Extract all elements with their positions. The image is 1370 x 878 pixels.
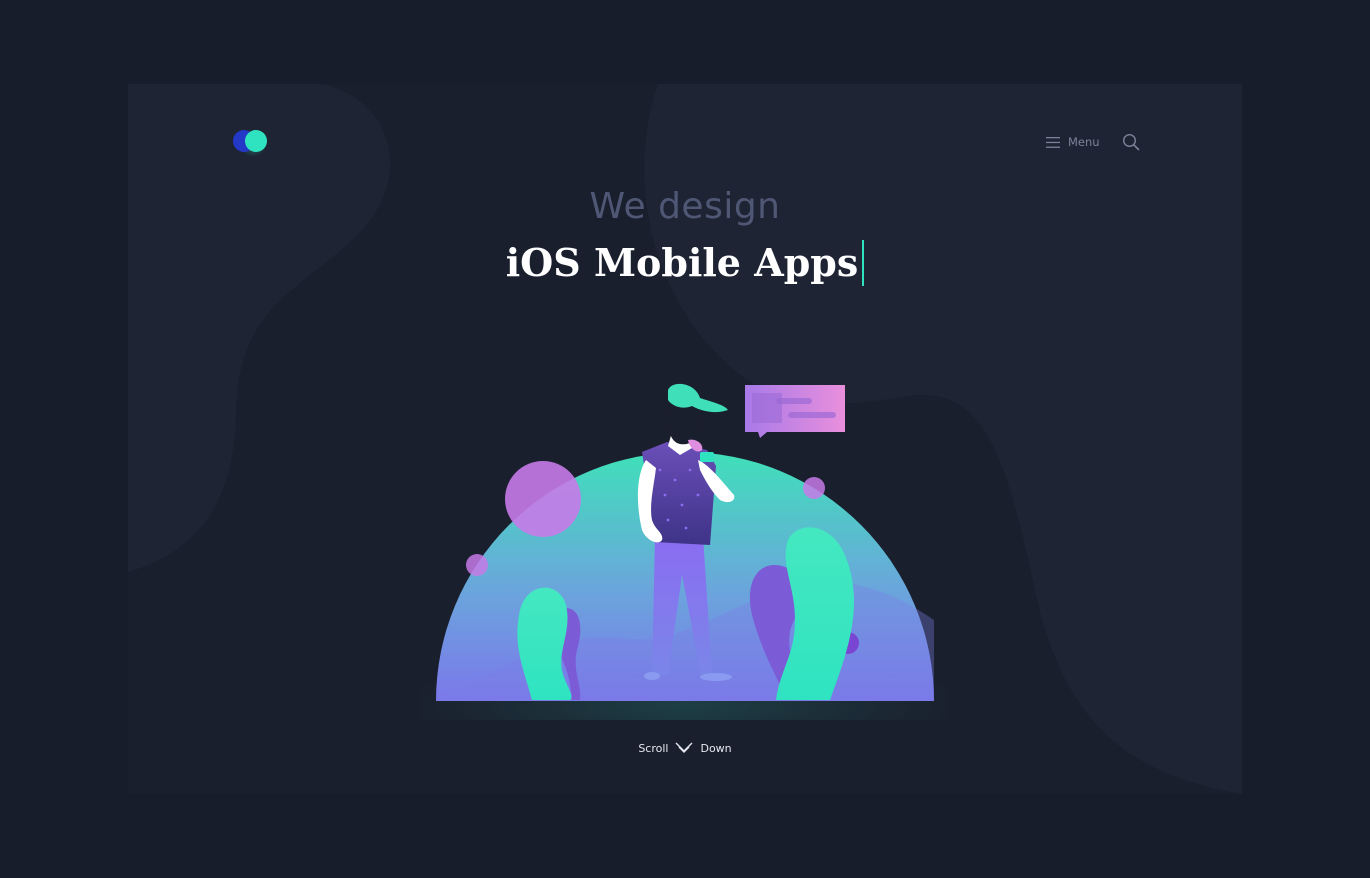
top-nav: Menu: [1046, 131, 1140, 153]
menu-label: Menu: [1068, 135, 1100, 149]
typing-cursor: [862, 240, 865, 286]
scroll-down-button[interactable]: Scroll Down: [600, 738, 770, 758]
menu-button[interactable]: Menu: [1046, 135, 1100, 149]
double-chevron-down-icon: [675, 742, 693, 753]
scroll-label: Scroll: [638, 741, 669, 755]
hero-illustration: [420, 383, 950, 720]
two-overlapping-dots-logo-icon: [233, 129, 267, 157]
hero-headline-text: iOS Mobile Apps: [505, 240, 859, 285]
hero-eyebrow: We design: [589, 186, 781, 227]
search-icon: [1122, 133, 1139, 151]
logo[interactable]: [232, 128, 270, 157]
search-button[interactable]: [1122, 133, 1140, 151]
down-label: Down: [700, 741, 732, 755]
hero-headline: iOS Mobile Apps: [385, 240, 985, 286]
hamburger-icon: [1046, 136, 1060, 148]
